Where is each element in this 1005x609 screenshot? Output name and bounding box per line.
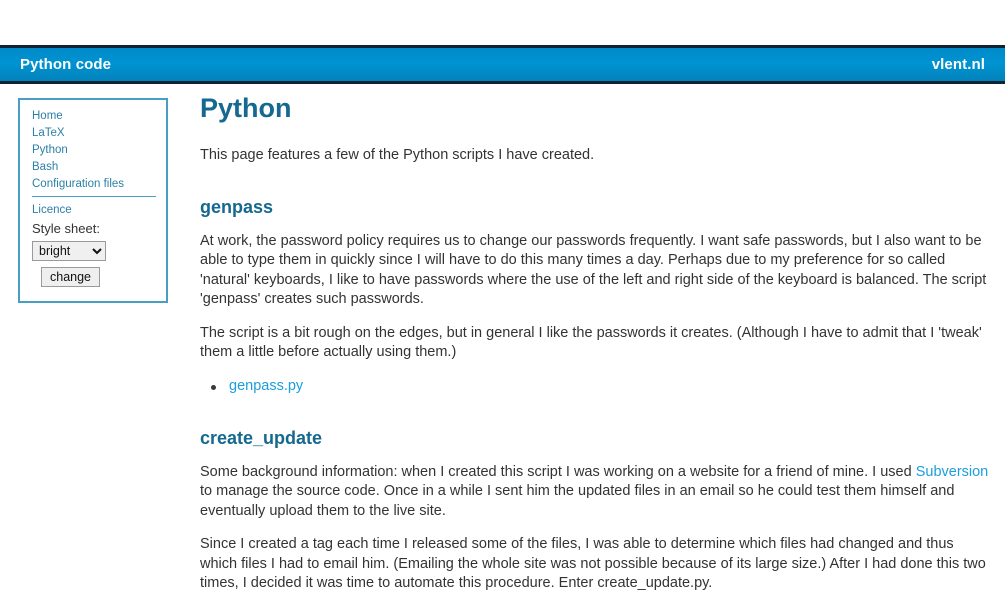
style-sheet-label: Style sheet: xyxy=(32,221,100,236)
style-sheet-select[interactable]: bright xyxy=(32,241,106,261)
site-header-title: Python code xyxy=(20,56,112,73)
sidebar-divider xyxy=(32,196,156,197)
genpass-script-list: genpass.py xyxy=(200,377,990,396)
create-update-paragraph-2: Since I created a tag each time I releas… xyxy=(200,536,986,592)
page-body: Home LaTeX Python Bash Configuration fil… xyxy=(0,84,1005,608)
genpass-paragraph-2: The script is a bit rough on the edges, … xyxy=(200,324,982,361)
sidebar-item-bash[interactable]: Bash xyxy=(32,159,156,176)
sidebar-item-home[interactable]: Home xyxy=(32,108,156,125)
site-header-domain: vlent.nl xyxy=(931,56,985,73)
section-heading-create-update: create_update xyxy=(200,427,323,448)
intro-paragraph: This page features a few of the Python s… xyxy=(200,146,595,163)
create-update-text-before-link: Some background information: when I crea… xyxy=(200,463,916,480)
genpass-paragraph-1: At work, the password policy requires us… xyxy=(200,232,987,308)
top-white-strip xyxy=(0,0,1005,45)
sidebar: Home LaTeX Python Bash Configuration fil… xyxy=(18,98,168,303)
sidebar-item-configuration-files[interactable]: Configuration files xyxy=(32,176,156,193)
change-button[interactable]: change xyxy=(41,267,101,287)
sidebar-item-licence[interactable]: Licence xyxy=(32,202,156,219)
list-item: genpass.py xyxy=(200,377,990,396)
section-heading-genpass: genpass xyxy=(200,197,274,218)
genpass-py-link[interactable]: genpass.py xyxy=(229,378,303,394)
sidebar-item-python[interactable]: Python xyxy=(32,142,156,159)
site-header: Python code vlent.nl xyxy=(0,45,1005,84)
subversion-link[interactable]: Subversion xyxy=(916,464,989,480)
create-update-text-after-link: to manage the source code. Once in a whi… xyxy=(200,483,955,519)
sidebar-item-latex[interactable]: LaTeX xyxy=(32,125,156,142)
main-content: Python This page features a few of the P… xyxy=(168,84,1005,608)
page-title: Python xyxy=(200,93,292,123)
create-update-paragraph-1: Some background information: when I crea… xyxy=(200,463,990,522)
